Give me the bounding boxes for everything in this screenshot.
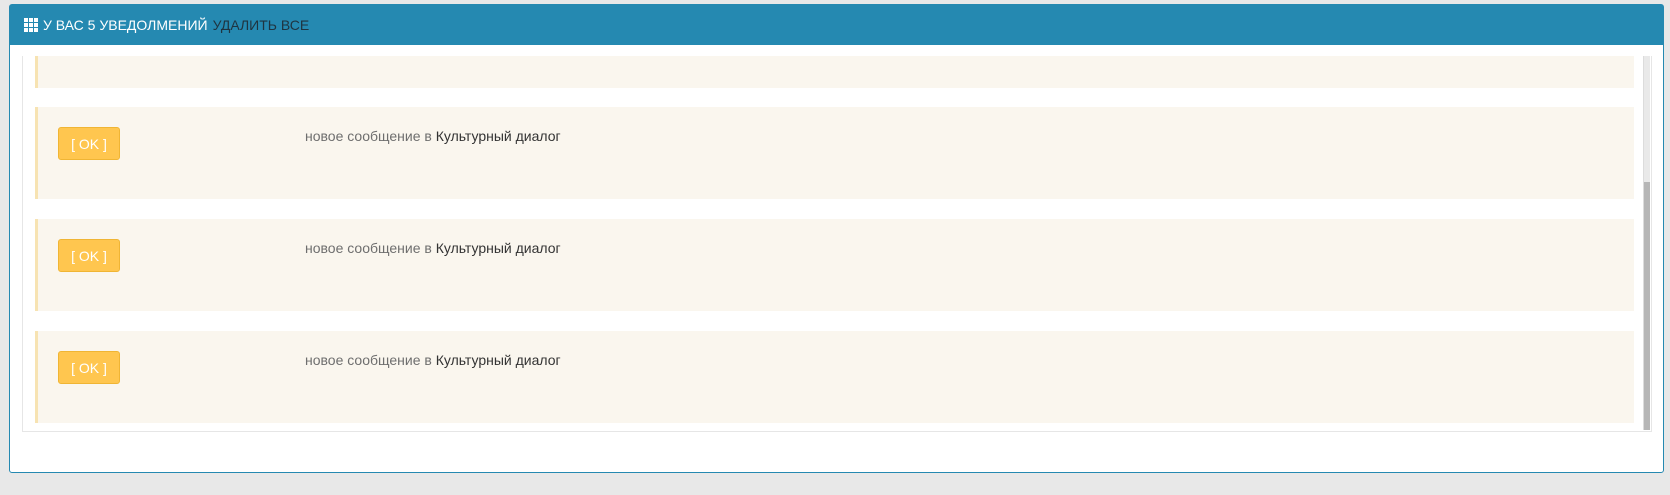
notifications-list[interactable]: [ OK ] новое сообщение в Культурный диал… <box>22 56 1652 432</box>
notification-message: новое сообщение в Культурный диалог <box>305 128 561 144</box>
message-text: новое сообщение в <box>305 240 432 256</box>
delete-all-link[interactable]: УДАЛИТЬ ВСЕ <box>213 17 310 33</box>
notification-count-title: У ВАС 5 УВЕДОЛМЕНИЙ <box>43 17 208 33</box>
grid-icon <box>24 18 38 32</box>
message-text: новое сообщение в <box>305 128 432 144</box>
notification-item-partial <box>35 56 1634 88</box>
notification-item: [ OK ] новое сообщение в Культурный диал… <box>35 331 1634 423</box>
chat-link[interactable]: Культурный диалог <box>436 240 561 256</box>
ok-button[interactable]: [ OK ] <box>58 239 120 272</box>
ok-button[interactable]: [ OK ] <box>58 351 120 384</box>
chat-link[interactable]: Культурный диалог <box>436 352 561 368</box>
notification-message: новое сообщение в Культурный диалог <box>305 352 561 368</box>
panel-heading: У ВАС 5 УВЕДОЛМЕНИЙ УДАЛИТЬ ВСЕ <box>10 5 1663 45</box>
notification-item: [ OK ] новое сообщение в Культурный диал… <box>35 107 1634 199</box>
scrollbar[interactable] <box>1643 56 1650 430</box>
scrollbar-thumb[interactable] <box>1644 182 1650 430</box>
notification-item: [ OK ] новое сообщение в Культурный диал… <box>35 219 1634 311</box>
message-text: новое сообщение в <box>305 352 432 368</box>
notifications-scroll-area: [ OK ] новое сообщение в Культурный диал… <box>23 56 1638 431</box>
chat-link[interactable]: Культурный диалог <box>436 128 561 144</box>
ok-button[interactable]: [ OK ] <box>58 127 120 160</box>
notification-message: новое сообщение в Культурный диалог <box>305 240 561 256</box>
